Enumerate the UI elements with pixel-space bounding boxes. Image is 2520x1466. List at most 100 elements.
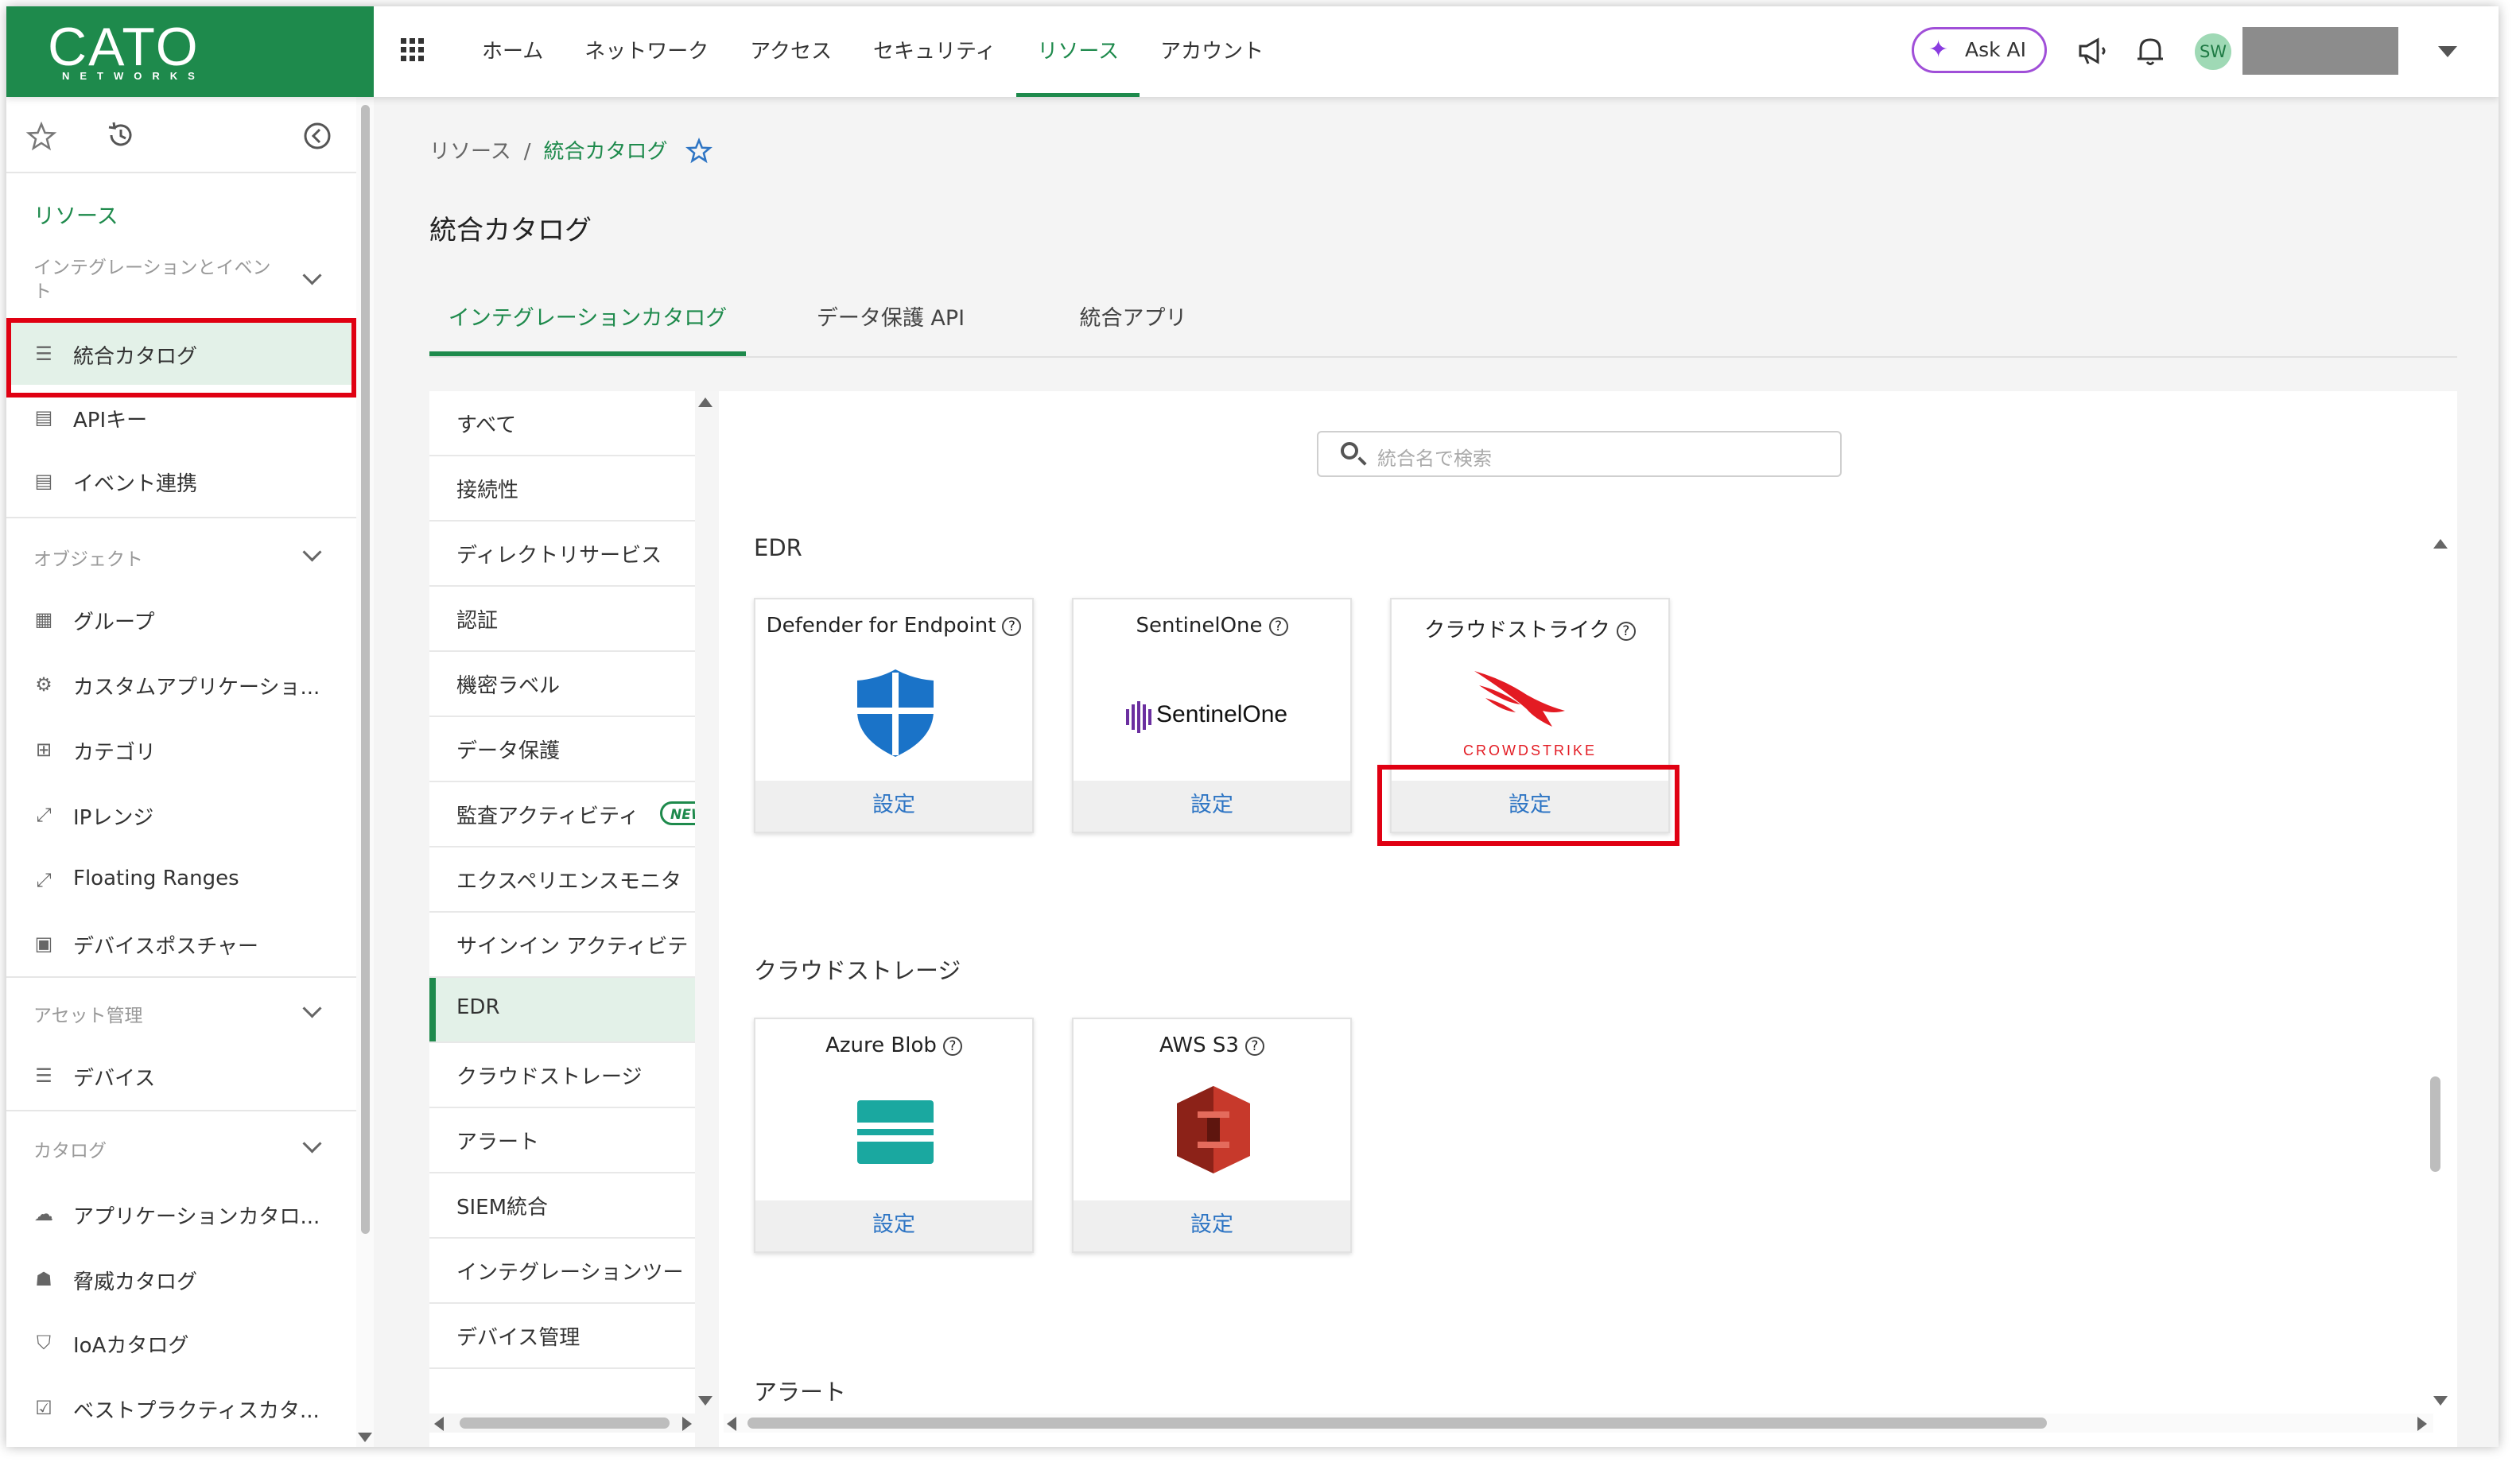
sidebar-item-categories[interactable]: ⊞ カテゴリ (6, 717, 356, 781)
content-scrollbar-thumb[interactable] (2430, 1076, 2440, 1172)
category-cloud-storage[interactable]: クラウドストレージ (429, 1043, 695, 1108)
sidebar-item-custom-apps[interactable]: ⚙ カスタムアプリケーショ... (6, 652, 356, 716)
sidebar-group-integrations[interactable]: インテグレーションとイベント (6, 253, 356, 308)
sentinelone-logo-text: SentinelOne (1156, 701, 1288, 727)
sidebar-item-threat-catalog[interactable]: ☗ 脅威カタログ (6, 1247, 356, 1310)
expand-arrows-icon: ⤢ (36, 804, 52, 826)
sidebar-item-app-catalog[interactable]: ☁ アプリケーションカタロ... (6, 1181, 356, 1245)
megaphone-icon[interactable] (2074, 32, 2112, 70)
sidebar-group-objects[interactable]: オブジェクト (6, 531, 356, 579)
collapse-sidebar-icon[interactable] (302, 121, 332, 151)
category-audit-activity[interactable]: 監査アクティビティ NEW (429, 782, 695, 847)
category-integration-tools[interactable]: インテグレーションツー (429, 1239, 695, 1304)
category-sensitivity-labels[interactable]: 機密ラベル (429, 652, 695, 717)
cato-logo[interactable]: CATO NETWORKS (6, 6, 374, 97)
category-authentication[interactable]: 認証 (429, 587, 695, 652)
sidebar-item-devices[interactable]: ☰ デバイス (6, 1043, 356, 1107)
chevron-down-icon[interactable] (2438, 46, 2457, 57)
sidebar-item-event-integration[interactable]: ▤ イベント連携 (6, 448, 356, 512)
scroll-down-arrow-icon[interactable] (2433, 1396, 2448, 1406)
sidebar-item-label: IoAカタログ (73, 1334, 189, 1358)
content-hscrollbar-thumb[interactable] (747, 1418, 2047, 1429)
scroll-up-arrow-icon[interactable] (698, 398, 713, 407)
scroll-right-arrow-icon[interactable] (682, 1417, 692, 1431)
category-grid-icon: ⊞ (35, 739, 52, 761)
nav-account[interactable]: アカウント (1140, 6, 1284, 97)
category-all[interactable]: すべて (429, 391, 695, 456)
favorite-star-icon[interactable] (685, 138, 713, 165)
sidebar-item-label: デバイス (73, 1067, 156, 1091)
category-directory-services[interactable]: ディレクトリサービス (429, 522, 695, 587)
help-icon[interactable]: ? (1616, 622, 1636, 641)
category-device-management[interactable]: デバイス管理 (429, 1304, 695, 1369)
card-title: Azure Blob? (755, 1034, 1032, 1057)
scroll-down-arrow-icon[interactable] (698, 1396, 713, 1406)
scroll-right-arrow-icon[interactable] (2417, 1417, 2427, 1431)
nav-access[interactable]: アクセス (729, 6, 852, 97)
sidebar-item-best-practice-catalog[interactable]: ☑ ベストプラクティスカタ... (6, 1375, 356, 1439)
user-avatar[interactable]: SW (2195, 33, 2231, 70)
configure-button[interactable]: 設定 (755, 781, 1032, 832)
help-icon[interactable]: ? (1268, 617, 1288, 636)
category-siem[interactable]: SIEM統合 (429, 1173, 695, 1239)
tab-integration-apps[interactable]: 統合アプリ (1034, 285, 1233, 355)
nav-network[interactable]: ネットワーク (564, 6, 729, 97)
configure-button[interactable]: 設定 (1074, 781, 1350, 832)
help-icon[interactable]: ? (1244, 1037, 1264, 1056)
sidebar-item-label: デバイスポスチャー (73, 935, 258, 959)
sidebar-scrollbar-thumb[interactable] (361, 105, 370, 1234)
sidebar-group-catalog[interactable]: カタログ (6, 1123, 356, 1170)
breadcrumb-parent[interactable]: リソース (429, 140, 511, 164)
category-data-protection[interactable]: データ保護 (429, 717, 695, 782)
sidebar-item-device-posture[interactable]: ▣ デバイスポスチャー (6, 911, 356, 975)
nav-home[interactable]: ホーム (461, 6, 564, 97)
sidebar-item-label: グループ (73, 611, 155, 634)
category-label: インテグレーションツー (456, 1261, 684, 1285)
category-label: データ保護 (456, 739, 561, 763)
sidebar-item-label: アプリケーションカタロ... (73, 1205, 320, 1229)
sidebar-item-groups[interactable]: ▦ グループ (6, 587, 356, 650)
apps-grid-icon[interactable] (401, 38, 425, 62)
card-defender-for-endpoint: Defender for Endpoint? 設定 (754, 598, 1034, 833)
tab-bar: インテグレーションカタログ データ保護 API 統合アプリ (429, 285, 2457, 358)
category-edr[interactable]: EDR (429, 978, 695, 1043)
category-label: 認証 (456, 609, 499, 633)
sidebar-group-assets[interactable]: アセット管理 (6, 987, 356, 1035)
scroll-left-arrow-icon[interactable] (727, 1417, 736, 1431)
scroll-down-arrow-icon[interactable] (358, 1433, 372, 1442)
configure-button[interactable]: 設定 (755, 1200, 1032, 1251)
help-icon[interactable]: ? (1002, 617, 1022, 636)
nav-resources[interactable]: リソース (1016, 6, 1140, 97)
highlight-box-sidebar (6, 318, 356, 398)
ask-ai-button[interactable]: ✦ Ask AI (1912, 27, 2047, 73)
card-aws-s3: AWS S3? 設定 (1072, 1018, 1352, 1253)
star-icon[interactable] (25, 121, 57, 153)
user-name-redacted[interactable] (2242, 27, 2398, 75)
scroll-up-arrow-icon[interactable] (2433, 539, 2448, 549)
bell-icon[interactable] (2131, 32, 2169, 70)
sidebar-item-floating-ranges[interactable]: ⤢ Floating Ranges (6, 847, 356, 911)
sidebar-item-ip-ranges[interactable]: ⤢ IPレンジ (6, 782, 356, 846)
history-icon[interactable] (105, 119, 137, 151)
category-label: デバイス管理 (456, 1326, 580, 1350)
aws-s3-bucket-icon (1177, 1086, 1250, 1173)
sidebar-item-ioa-catalog[interactable]: ⛉ IoAカタログ (6, 1310, 356, 1374)
catalog-panel: すべて 接続性 ディレクトリサービス 認証 機密ラベル データ保護 監査アクティ… (429, 391, 2457, 1447)
category-experience-monitor[interactable]: エクスペリエンスモニタ (429, 847, 695, 913)
tab-data-protection-api[interactable]: データ保護 API (771, 285, 1010, 355)
nav-security[interactable]: セキュリティ (852, 6, 1016, 97)
help-icon[interactable]: ? (942, 1037, 962, 1056)
tab-integration-catalog[interactable]: インテグレーションカタログ (429, 285, 746, 356)
search-input[interactable]: 統合名で検索 (1317, 431, 1842, 477)
category-alerts[interactable]: アラート (429, 1108, 695, 1173)
category-connectivity[interactable]: 接続性 (429, 456, 695, 522)
category-signin-activity[interactable]: サインイン アクティビテ (429, 913, 695, 978)
scroll-left-arrow-icon[interactable] (434, 1417, 444, 1431)
category-list-scrollbar[interactable] (695, 391, 719, 1447)
sidebar-item-label: ベストプラクティスカタ... (73, 1399, 320, 1423)
category-list-hscrollbar-thumb[interactable] (460, 1418, 670, 1429)
ask-ai-label: Ask AI (1965, 38, 2027, 61)
configure-button[interactable]: 設定 (1074, 1200, 1350, 1251)
section-title-cloud-storage: クラウドストレージ (754, 957, 961, 984)
card-title-text: AWS S3 (1159, 1034, 1239, 1057)
